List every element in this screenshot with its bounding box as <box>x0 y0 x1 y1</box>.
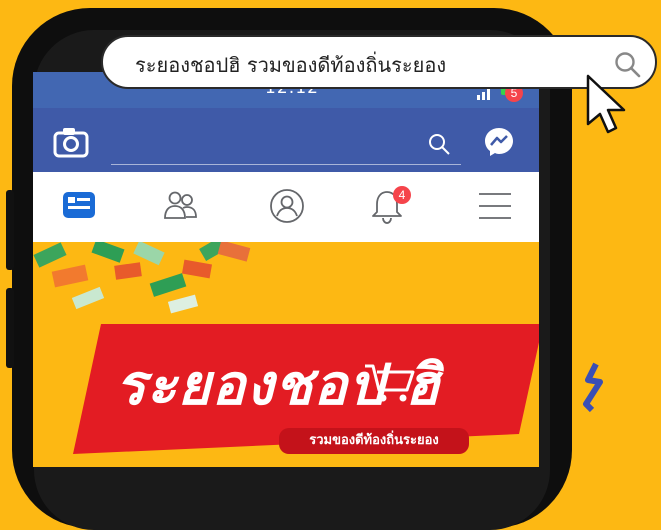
promo-banner: ระยองชอป ฮิ รวมของดีท้องถิ่นระยอง <box>33 242 539 467</box>
search-bar-underline[interactable] <box>111 164 461 165</box>
camera-icon[interactable] <box>53 126 89 158</box>
tab-bar <box>33 172 539 243</box>
notification-badge: 4 <box>393 186 411 204</box>
mouse-pointer-icon <box>586 74 626 134</box>
search-query-pill[interactable]: ระยองชอปฮิ รวมของดีท้องถิ่นระยอง <box>101 35 657 89</box>
shopping-cart-icon <box>365 364 415 402</box>
zigzag-decoration <box>583 362 603 413</box>
search-icon[interactable] <box>427 132 451 156</box>
friends-icon[interactable] <box>159 184 203 228</box>
shop-logo-subtitle: รวมของดีท้องถิ่นระยอง <box>279 428 469 454</box>
volume-down-button <box>6 288 14 368</box>
volume-up-button <box>6 190 14 270</box>
search-query-text: ระยองชอปฮิ รวมของดีท้องถิ่นระยอง <box>135 53 447 77</box>
phone-screen: 12:12 <box>33 72 539 467</box>
messenger-icon[interactable] <box>483 126 515 158</box>
hamburger-icon[interactable] <box>473 184 517 228</box>
app-bar <box>33 108 539 172</box>
profile-icon[interactable] <box>265 184 309 228</box>
money-decoration <box>33 242 251 314</box>
news-feed-icon[interactable] <box>57 184 101 228</box>
